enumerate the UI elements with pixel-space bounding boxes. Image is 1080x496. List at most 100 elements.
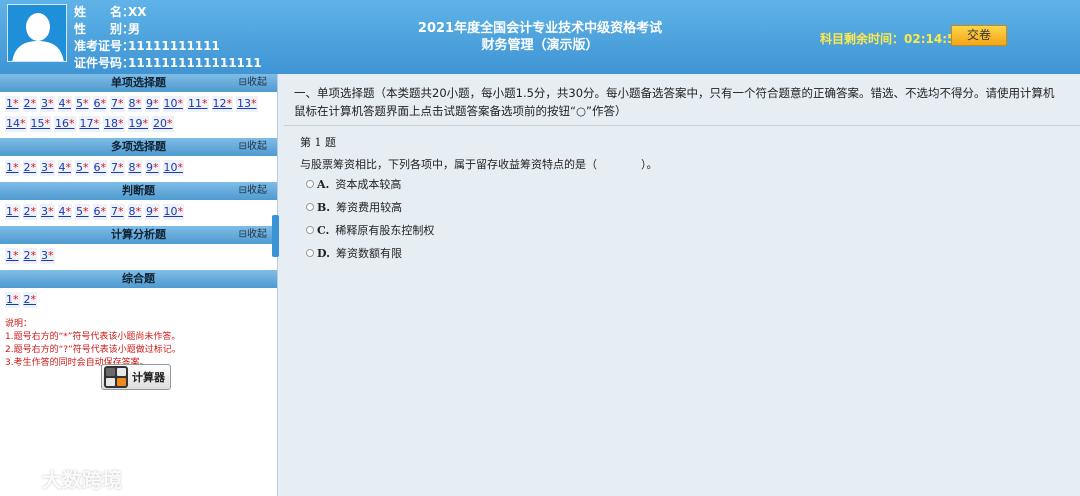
watermark-logo: 大数跨境 bbox=[8, 464, 122, 493]
collapse-toggle[interactable]: ⊟收起 bbox=[239, 74, 267, 92]
question-link-number: 10 bbox=[163, 97, 178, 110]
unanswered-mark: * bbox=[65, 161, 72, 174]
question-link[interactable]: 9* bbox=[145, 204, 160, 220]
unanswered-mark: * bbox=[69, 117, 75, 130]
question-link-number: 8 bbox=[128, 97, 136, 110]
question-link-number: 9 bbox=[146, 97, 153, 110]
question-link[interactable]: 6* bbox=[92, 96, 107, 112]
question-link[interactable]: 1* bbox=[5, 160, 20, 176]
radio-icon[interactable] bbox=[306, 203, 314, 211]
question-link[interactable]: 10* bbox=[162, 160, 184, 176]
unanswered-mark: * bbox=[142, 117, 149, 130]
option-text: 筹资费用较高 bbox=[336, 201, 403, 214]
question-link[interactable]: 14* bbox=[5, 116, 27, 132]
submit-button[interactable]: 交卷 bbox=[951, 25, 1007, 46]
option-b[interactable]: B. 筹资费用较高 bbox=[306, 199, 402, 215]
option-letter: B. bbox=[317, 200, 331, 214]
question-link[interactable]: 1* bbox=[5, 248, 20, 264]
unanswered-mark: * bbox=[118, 205, 124, 218]
question-link[interactable]: 16* bbox=[54, 116, 76, 132]
unanswered-mark: * bbox=[153, 97, 159, 110]
question-link[interactable]: 17* bbox=[78, 116, 100, 132]
question-link[interactable]: 4* bbox=[57, 204, 72, 220]
question-link[interactable]: 1* bbox=[5, 292, 20, 308]
question-link[interactable]: 1* bbox=[5, 96, 20, 112]
question-link[interactable]: 6* bbox=[92, 204, 107, 220]
question-link[interactable]: 4* bbox=[57, 96, 72, 112]
question-link[interactable]: 3* bbox=[40, 248, 55, 264]
calculator-icon bbox=[104, 366, 128, 388]
question-link-number: 15 bbox=[30, 117, 45, 130]
question-link[interactable]: 9* bbox=[145, 96, 160, 112]
radio-icon[interactable] bbox=[306, 226, 314, 234]
question-link[interactable]: 5* bbox=[75, 96, 90, 112]
question-link[interactable]: 3* bbox=[40, 204, 55, 220]
question-link[interactable]: 2* bbox=[22, 160, 37, 176]
question-link-number: 19 bbox=[128, 117, 143, 130]
question-link[interactable]: 2* bbox=[22, 204, 37, 220]
question-sections: 单项选择题 ⊟收起 1* 2* 3* 4* 5* 6* 7* 8* 9* 10* 11* 12* 13* 14… bbox=[0, 74, 277, 314]
radio-icon[interactable] bbox=[306, 249, 314, 257]
question-link[interactable]: 3* bbox=[40, 96, 55, 112]
unanswered-mark: * bbox=[93, 117, 100, 130]
calculator-button[interactable]: 计算器 bbox=[101, 364, 171, 390]
question-link-number: 11 bbox=[188, 97, 202, 110]
question-link[interactable]: 15* bbox=[29, 116, 51, 132]
panel-splitter-handle[interactable] bbox=[272, 215, 279, 257]
unanswered-mark: * bbox=[135, 205, 142, 218]
collapse-toggle[interactable]: ⊟收起 bbox=[239, 138, 267, 156]
watermark-text: 大数跨境 bbox=[42, 468, 122, 492]
exam-title: 2021年度全国会计专业技术中级资格考试 财务管理（演示版） bbox=[380, 20, 700, 54]
option-text: 筹资数额有限 bbox=[335, 247, 402, 260]
question-link-number: 8 bbox=[128, 161, 136, 174]
unanswered-mark: * bbox=[226, 97, 233, 110]
question-link-number: 17 bbox=[79, 117, 94, 130]
question-link[interactable]: 2* bbox=[22, 248, 37, 264]
question-link[interactable]: 9* bbox=[145, 160, 160, 176]
question-text: 与股票筹资相比，下列各项中，属于留存收益筹资特点的是（ ）。 bbox=[300, 158, 658, 171]
question-link[interactable]: 18* bbox=[103, 116, 125, 132]
question-link[interactable]: 1* bbox=[5, 204, 20, 220]
unanswered-mark: * bbox=[48, 161, 54, 174]
unanswered-mark: * bbox=[13, 161, 19, 174]
question-link[interactable]: 12* bbox=[211, 96, 233, 112]
question-link[interactable]: 5* bbox=[75, 204, 90, 220]
collapse-toggle[interactable]: ⊟收起 bbox=[239, 182, 267, 200]
question-link[interactable]: 20* bbox=[152, 116, 174, 132]
collapse-toggle[interactable]: ⊟收起 bbox=[239, 226, 267, 244]
question-link-number: 3 bbox=[41, 161, 48, 174]
question-link-number: 7 bbox=[111, 97, 118, 110]
question-link[interactable]: 10* bbox=[162, 204, 184, 220]
question-link[interactable]: 3* bbox=[40, 160, 55, 176]
radio-icon[interactable] bbox=[306, 180, 314, 188]
question-link[interactable]: 5* bbox=[75, 160, 90, 176]
question-link[interactable]: 4* bbox=[57, 160, 72, 176]
question-link-number: 6 bbox=[93, 161, 101, 174]
section-header: 综合题 bbox=[0, 270, 277, 288]
question-link[interactable]: 7* bbox=[110, 96, 125, 112]
unanswered-mark: * bbox=[177, 97, 184, 110]
unanswered-mark: * bbox=[83, 205, 89, 218]
question-link[interactable]: 7* bbox=[110, 204, 125, 220]
question-link[interactable]: 8* bbox=[127, 160, 142, 176]
option-c[interactable]: C. 稀释原有股东控制权 bbox=[306, 222, 434, 238]
option-a[interactable]: A. 资本成本较高 bbox=[306, 176, 401, 192]
question-link[interactable]: 11* bbox=[187, 96, 209, 112]
notes-title: 说明： bbox=[5, 319, 33, 329]
option-letter: D. bbox=[317, 246, 330, 260]
unanswered-mark: * bbox=[20, 117, 26, 130]
question-link[interactable]: 8* bbox=[127, 96, 142, 112]
question-link[interactable]: 19* bbox=[127, 116, 149, 132]
question-link[interactable]: 7* bbox=[110, 160, 125, 176]
question-link[interactable]: 2* bbox=[22, 96, 37, 112]
candidate-info: 姓 名： XX 性 别：男 准考证号： 11111111111 证件号码： 11111… bbox=[74, 4, 262, 72]
question-link-number: 1 bbox=[6, 97, 13, 110]
section-instructions: 一、单项选择题（本类题共20小题，每小题1.5分，共30分。每小题备选答案中，只… bbox=[294, 86, 1055, 118]
question-link[interactable]: 6* bbox=[92, 160, 107, 176]
question-link[interactable]: 2* bbox=[22, 292, 37, 308]
question-link[interactable]: 13* bbox=[236, 96, 258, 112]
option-letter: C. bbox=[317, 223, 330, 237]
option-d[interactable]: D. 筹资数额有限 bbox=[306, 245, 402, 261]
question-link[interactable]: 8* bbox=[127, 204, 142, 220]
question-link[interactable]: 10* bbox=[162, 96, 184, 112]
